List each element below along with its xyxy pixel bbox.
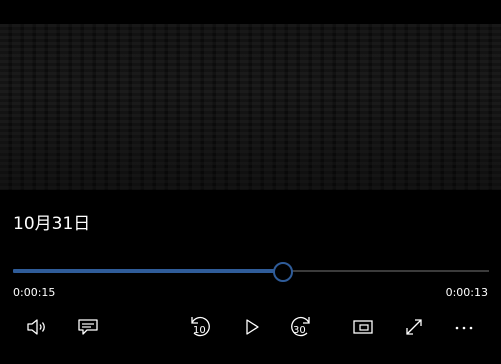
video-frame-overlay [0, 24, 501, 190]
play-button[interactable] [236, 312, 268, 342]
subtitles-icon [78, 319, 98, 335]
elapsed-time: 0:00:15 [13, 286, 56, 299]
fullscreen-button[interactable] [398, 312, 430, 342]
seek-thumb[interactable] [273, 262, 294, 282]
seek-bar[interactable] [13, 261, 489, 282]
skip-forward-seconds: 30 [293, 325, 306, 336]
volume-icon [27, 319, 45, 335]
skip-back-button[interactable]: 10 [184, 312, 216, 342]
play-icon [246, 319, 259, 335]
skip-forward-button[interactable]: 30 [285, 312, 317, 342]
video-title: 10月31日 [13, 214, 91, 234]
mini-view-button[interactable] [347, 312, 379, 342]
mini-view-icon [353, 320, 373, 334]
seek-progress-fill [13, 269, 283, 273]
volume-button[interactable] [21, 312, 53, 342]
remaining-time: 0:00:13 [445, 286, 488, 299]
more-options-button[interactable] [448, 312, 480, 342]
fullscreen-icon [406, 319, 422, 335]
more-options-icon [455, 326, 473, 330]
subtitles-button[interactable] [72, 312, 104, 342]
skip-back-seconds: 10 [193, 325, 206, 336]
video-display[interactable] [0, 24, 501, 190]
